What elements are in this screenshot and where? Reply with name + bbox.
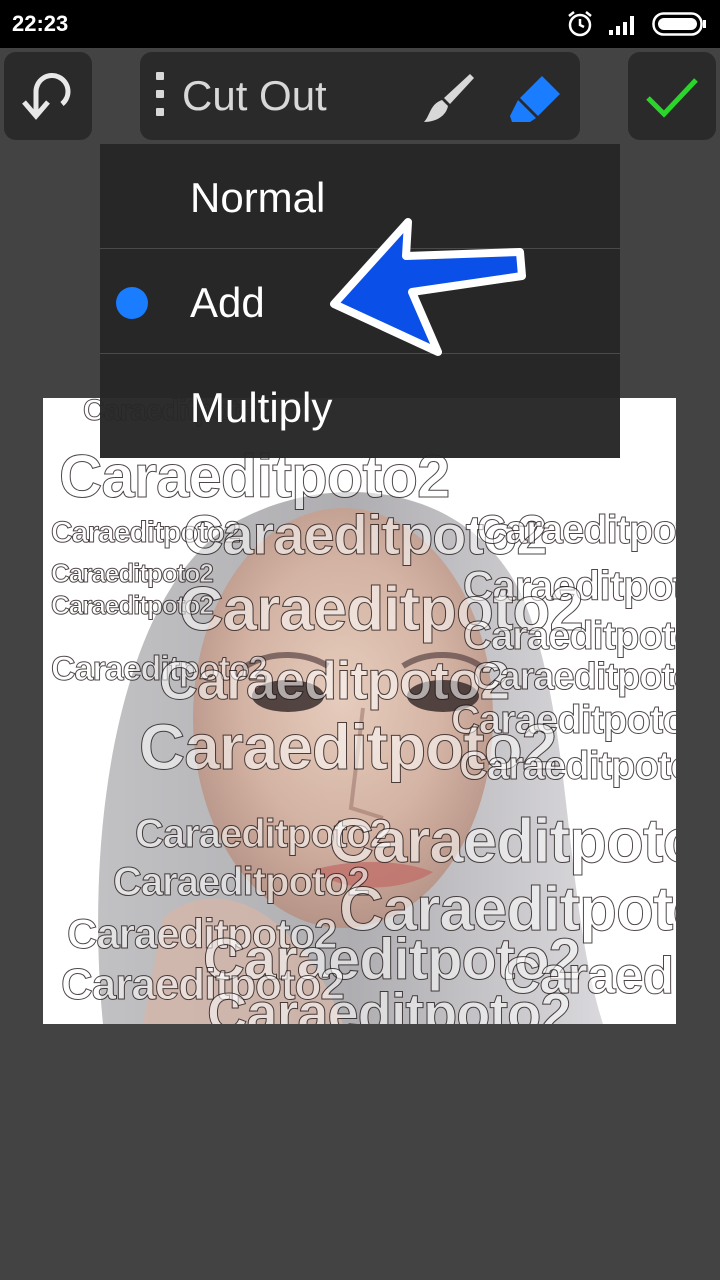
brush-icon[interactable] — [420, 70, 476, 126]
selected-radio-icon — [116, 287, 148, 319]
watermark-text: Caraeditpoto2 — [113, 860, 371, 905]
status-icons — [566, 10, 708, 38]
undo-icon — [22, 73, 71, 120]
watermark-text: Caraeditpoto2 — [459, 744, 676, 789]
watermark-text: Caraeditpoto2 — [207, 981, 572, 1025]
watermark-text: Caraeditpoto2 — [472, 656, 676, 699]
watermark-text: Caraeditpoto2 — [477, 508, 676, 553]
annotation-arrow-icon — [330, 218, 526, 356]
undo-button[interactable] — [4, 52, 92, 140]
dropdown-item-label: Normal — [190, 174, 326, 221]
status-bar: 22:23 — [0, 0, 720, 48]
watermark-text: Caraeditpoto2 — [329, 807, 676, 877]
dropdown-item-label: Multiply — [190, 384, 333, 431]
mode-selector[interactable]: Cut Out — [140, 52, 580, 140]
dropdown-item-multiply[interactable]: Multiply — [100, 354, 620, 458]
mode-label: Cut Out — [182, 72, 327, 119]
alarm-icon — [568, 11, 592, 37]
battery-icon — [652, 12, 706, 36]
signal-icon — [609, 16, 634, 35]
confirm-button[interactable] — [628, 52, 716, 140]
check-icon — [646, 78, 698, 118]
more-options-icon[interactable] — [156, 72, 166, 120]
eraser-icon[interactable] — [508, 72, 564, 124]
dropdown-item-label: Add — [190, 279, 265, 326]
photo-canvas[interactable]: Caraeditpoto2 Caraeditpoto2 Caraeditpoto… — [43, 398, 676, 1024]
status-time: 22:23 — [12, 11, 69, 36]
